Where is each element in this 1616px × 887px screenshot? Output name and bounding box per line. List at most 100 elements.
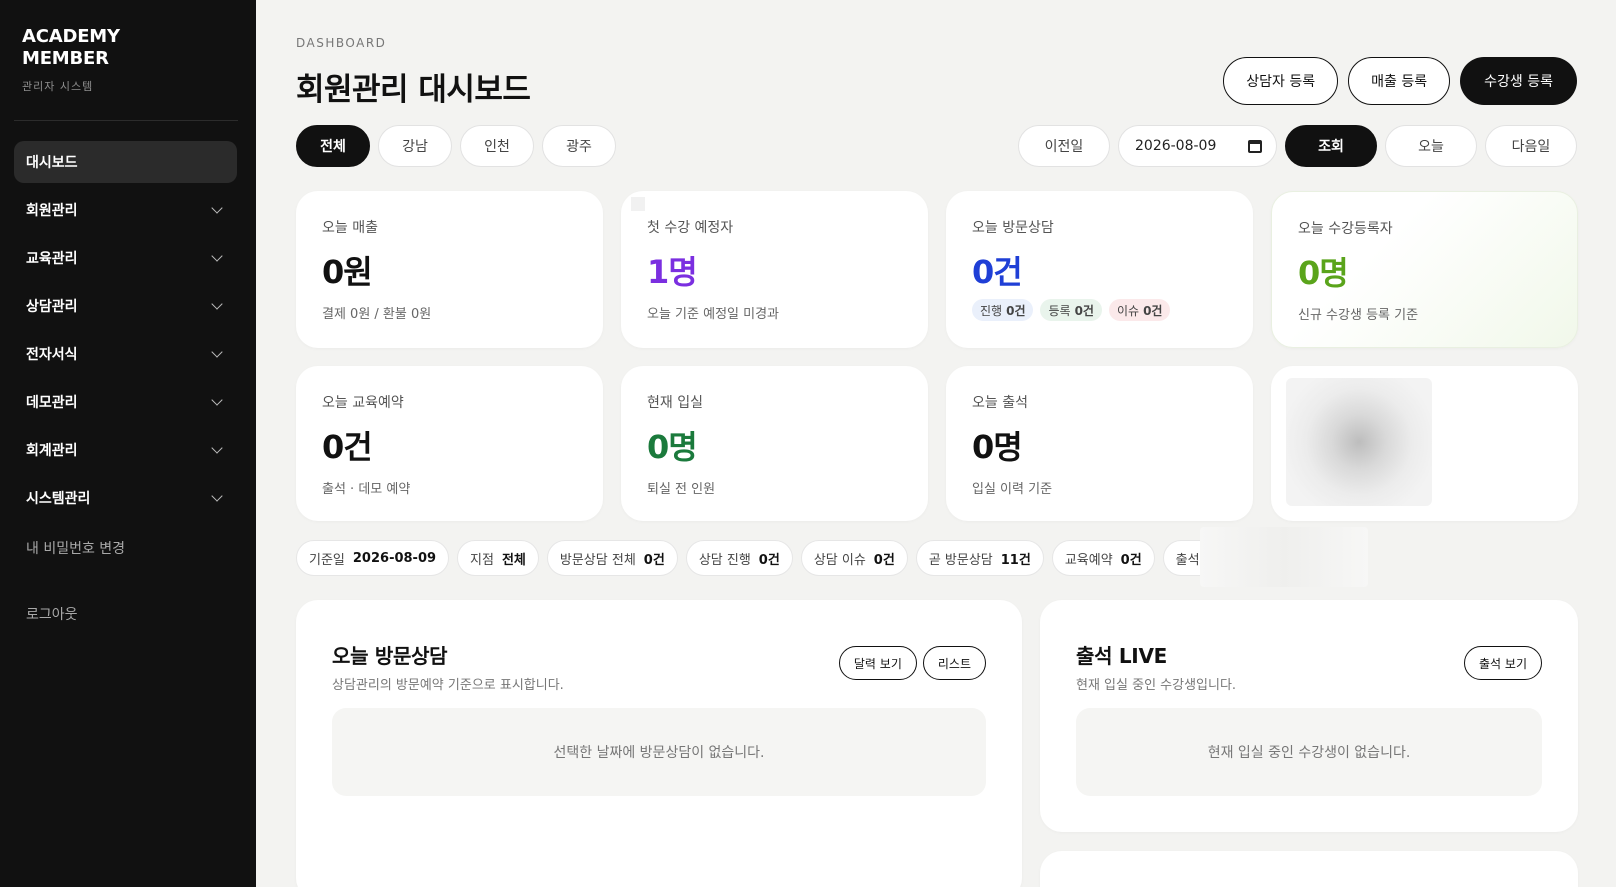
sidebar-item-demo[interactable]: 데모관리 — [14, 381, 237, 423]
chevron-down-icon — [211, 442, 223, 454]
stat-value: 0명 — [647, 428, 698, 466]
blurred-card — [1271, 366, 1578, 521]
page-eyebrow: DASHBOARD — [296, 36, 387, 50]
sidebar-item-label: 시스템관리 — [26, 491, 91, 507]
chip-value: 0건 — [1143, 303, 1163, 318]
stat-card-inroom: 현재 입실 0명 퇴실 전 인원 — [621, 366, 928, 521]
summary-label: 기준일 — [309, 552, 345, 568]
summary-value: 0건 — [1120, 552, 1142, 568]
register-consultant-button[interactable]: 상담자 등록 — [1223, 57, 1339, 105]
sidebar-item-consulting[interactable]: 상담관리 — [14, 285, 237, 327]
brand-title: ACADEMY MEMBER — [22, 26, 120, 69]
summary-pill-consult-progress: 상담 진행 0건 — [685, 540, 793, 576]
visit-chips: 진행 0건 등록 0건 이슈 0건 — [972, 299, 1171, 321]
blurred-image — [1286, 378, 1432, 506]
sidebar-item-accounting[interactable]: 회계관리 — [14, 429, 237, 471]
chip-label: 등록 — [1048, 303, 1071, 318]
stat-value: 0건 — [322, 428, 373, 466]
page-title: 회원관리 대시보드 — [296, 72, 531, 108]
summary-label: 방문상담 전체 — [559, 552, 636, 568]
empty-state: 현재 입실 중인 수강생이 없습니다. — [1076, 708, 1542, 796]
sidebar-item-label: 데모관리 — [26, 395, 78, 411]
tab-branch-gangnam[interactable]: 강남 — [378, 125, 452, 167]
stat-card-sales: 오늘 매출 0원 결제 0원 / 환불 0원 — [296, 191, 603, 348]
summary-ghost — [1200, 527, 1368, 587]
chip-label: 이슈 — [1116, 303, 1140, 318]
chip-value: 0건 — [1074, 303, 1094, 318]
summary-label: 상담 진행 — [698, 552, 751, 568]
sidebar-item-label: 전자서식 — [26, 347, 78, 363]
summary-label: 곧 방문상담 — [928, 552, 993, 568]
stat-value: 0명 — [972, 428, 1023, 466]
stat-sub: 퇴실 전 인원 — [647, 482, 716, 497]
tab-branch-gwangju[interactable]: 광주 — [542, 125, 616, 167]
summary-pill-upcoming-visit: 곧 방문상담 11건 — [915, 540, 1044, 576]
sidebar-item-system[interactable]: 시스템관리 — [14, 477, 237, 519]
sidebar-item-dashboard[interactable]: 대시보드 — [14, 141, 237, 183]
summary-value: 0건 — [873, 552, 895, 568]
next-day-button[interactable]: 다음일 — [1485, 125, 1577, 167]
chevron-down-icon — [211, 346, 223, 358]
panel-actions: 달력 보기 리스트 — [838, 646, 986, 680]
stat-sub: 입실 이력 기준 — [972, 482, 1053, 497]
list-view-button[interactable]: 리스트 — [922, 646, 986, 680]
change-password-link[interactable]: 내 비밀번호 변경 — [26, 538, 125, 558]
sidebar-item-label: 대시보드 — [26, 155, 78, 171]
stat-card-enroll: 오늘 수강등록자 0명 신규 수강생 등록 기준 — [1271, 191, 1578, 348]
panel-attendance-live: 출석 LIVE 현재 입실 중인 수강생입니다. 출석 보기 현재 입실 중인 … — [1040, 600, 1578, 832]
sidebar-item-eforms[interactable]: 전자서식 — [14, 333, 237, 375]
chip-issue: 이슈 0건 — [1108, 299, 1171, 321]
chevron-down-icon — [211, 394, 223, 406]
stat-card-first-class: 첫 수강 예정자 1명 오늘 기준 예정일 미경과 — [621, 191, 928, 348]
stat-label: 오늘 수강등록자 — [1298, 221, 1393, 237]
logout-link[interactable]: 로그아웃 — [26, 604, 78, 624]
placeholder-square — [631, 197, 645, 211]
prev-day-button[interactable]: 이전일 — [1018, 125, 1110, 167]
chip-progress: 진행 0건 — [972, 299, 1034, 321]
summary-pill-branch: 지점 전체 — [457, 540, 539, 576]
summary-label: 상담 이슈 — [813, 552, 866, 568]
sidebar-item-label: 회계관리 — [26, 443, 78, 459]
summary-pill-education: 교육예약 0건 — [1051, 540, 1155, 576]
stat-label: 오늘 교육예약 — [322, 395, 404, 411]
summary-label: 출석 — [1175, 552, 1200, 568]
chevron-down-icon — [211, 250, 223, 262]
summary-value: 전체 — [501, 552, 526, 568]
stat-card-education: 오늘 교육예약 0건 출석 · 데모 예약 — [296, 366, 603, 521]
tab-branch-incheon[interactable]: 인천 — [460, 125, 534, 167]
tab-branch-all[interactable]: 전체 — [296, 125, 370, 167]
sidebar: ACADEMY MEMBER 관리자 시스템 대시보드 회원관리 교육관리 상담… — [0, 0, 256, 887]
chevron-down-icon — [211, 490, 223, 502]
summary-value: 0건 — [643, 552, 665, 568]
sidebar-item-members[interactable]: 회원관리 — [14, 189, 237, 231]
calendar-icon[interactable] — [1248, 139, 1262, 153]
register-student-button[interactable]: 수강생 등록 — [1460, 57, 1577, 105]
sidebar-item-education[interactable]: 교육관리 — [14, 237, 237, 279]
stat-value: 0건 — [972, 253, 1023, 291]
date-controls: 이전일 2026-08-09 조회 오늘 다음일 — [1018, 125, 1577, 167]
today-button[interactable]: 오늘 — [1385, 125, 1477, 167]
panel-next — [1040, 851, 1578, 887]
stat-label: 오늘 매출 — [322, 220, 378, 236]
search-button[interactable]: 조회 — [1285, 125, 1377, 167]
register-sales-button[interactable]: 매출 등록 — [1348, 57, 1451, 105]
sidebar-item-label: 상담관리 — [26, 299, 78, 315]
branch-tabs: 전체 강남 인천 광주 — [296, 125, 616, 167]
sidebar-divider — [14, 120, 238, 121]
empty-state: 선택한 날짜에 방문상담이 없습니다. — [332, 708, 986, 796]
summary-pill-consult-issue: 상담 이슈 0건 — [800, 540, 908, 576]
summary-pill-date: 기준일 2026-08-09 — [296, 540, 450, 576]
stat-sub: 결제 0원 / 환불 0원 — [322, 307, 432, 322]
stat-value: 1명 — [647, 253, 698, 291]
stat-value: 0명 — [1298, 254, 1349, 292]
attendance-view-button[interactable]: 출석 보기 — [1464, 646, 1542, 680]
stat-card-visit: 오늘 방문상담 0건 진행 0건 등록 0건 이슈 0건 — [946, 191, 1253, 348]
date-input[interactable]: 2026-08-09 — [1118, 125, 1277, 167]
summary-label: 교육예약 — [1064, 552, 1113, 568]
chip-value: 0건 — [1006, 303, 1026, 318]
calendar-view-button[interactable]: 달력 보기 — [838, 646, 917, 680]
stat-sub: 신규 수강생 등록 기준 — [1298, 308, 1419, 323]
stat-label: 오늘 출석 — [972, 395, 1028, 411]
stat-sub: 출석 · 데모 예약 — [322, 482, 411, 497]
date-input-value: 2026-08-09 — [1135, 138, 1217, 154]
